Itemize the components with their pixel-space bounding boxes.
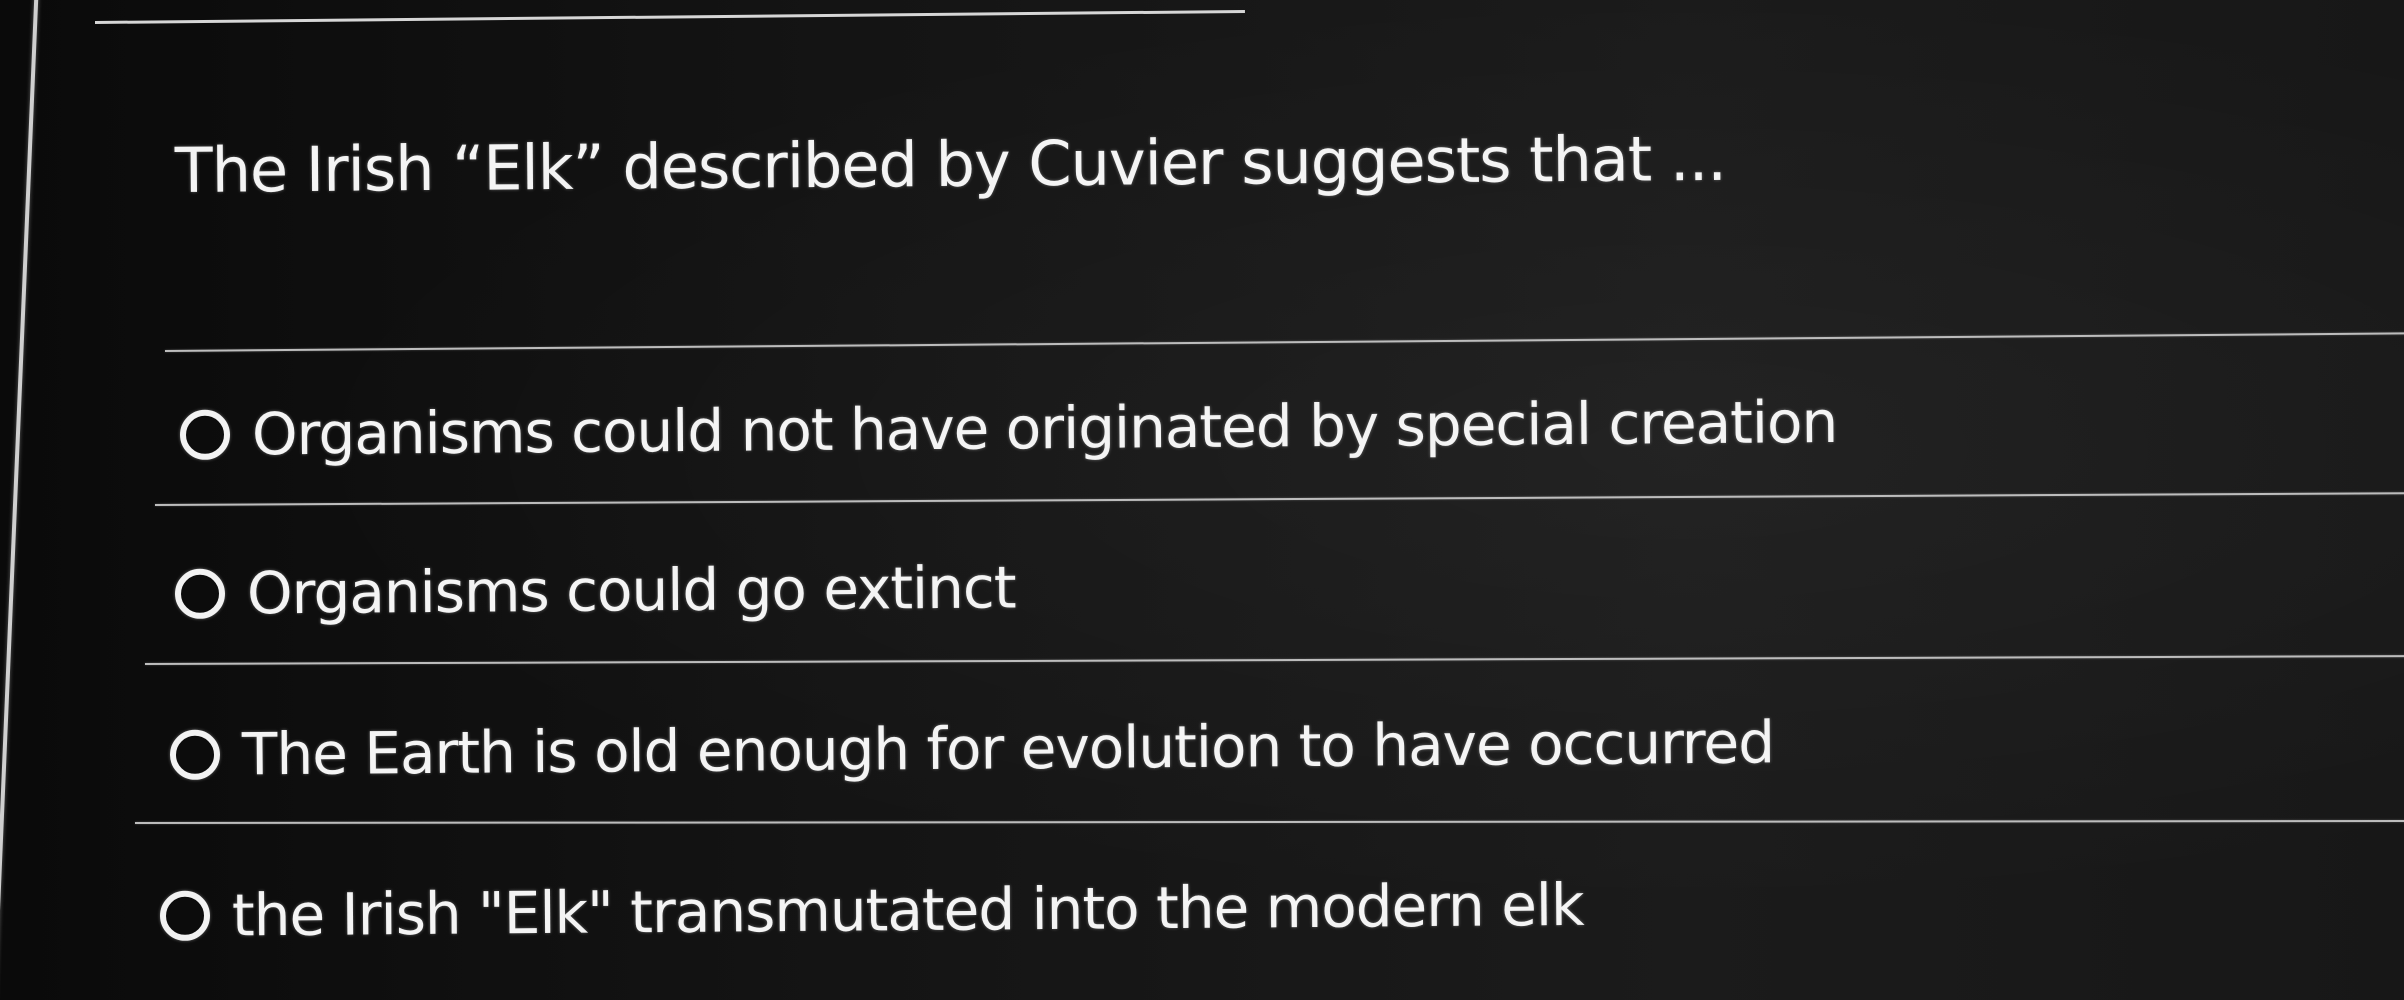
- answer-option-label-3[interactable]: The Earth is old enough for evolution to…: [242, 708, 1775, 788]
- radio-button-3[interactable]: [169, 729, 221, 780]
- answer-option-4[interactable]: the Irish "Elk" transmutated into the mo…: [159, 862, 1584, 959]
- option-divider-3: [134, 820, 2404, 824]
- answer-option-2[interactable]: Organisms could go extinct: [174, 544, 1016, 637]
- answer-option-1[interactable]: Organisms could not have originated by s…: [179, 379, 1838, 478]
- card-left-border: [0, 0, 39, 1000]
- answer-option-label-1[interactable]: Organisms could not have originated by s…: [252, 388, 1838, 468]
- answer-option-label-2[interactable]: Organisms could go extinct: [247, 553, 1016, 627]
- question-text: The Irish “Elk” described by Cuvier sugg…: [174, 121, 1727, 207]
- radio-button-2[interactable]: [174, 568, 226, 619]
- option-divider-1: [154, 492, 2404, 506]
- radio-button-1[interactable]: [179, 409, 231, 460]
- quiz-screen: The Irish “Elk” described by Cuvier sugg…: [0, 0, 2404, 1000]
- radio-button-4[interactable]: [159, 890, 211, 941]
- option-divider-2: [144, 655, 2404, 665]
- card-top-border: [94, 9, 1245, 24]
- question-divider: [164, 332, 2404, 352]
- answer-option-3[interactable]: The Earth is old enough for evolution to…: [169, 699, 1775, 798]
- answer-option-label-4[interactable]: the Irish "Elk" transmutated into the mo…: [232, 871, 1584, 950]
